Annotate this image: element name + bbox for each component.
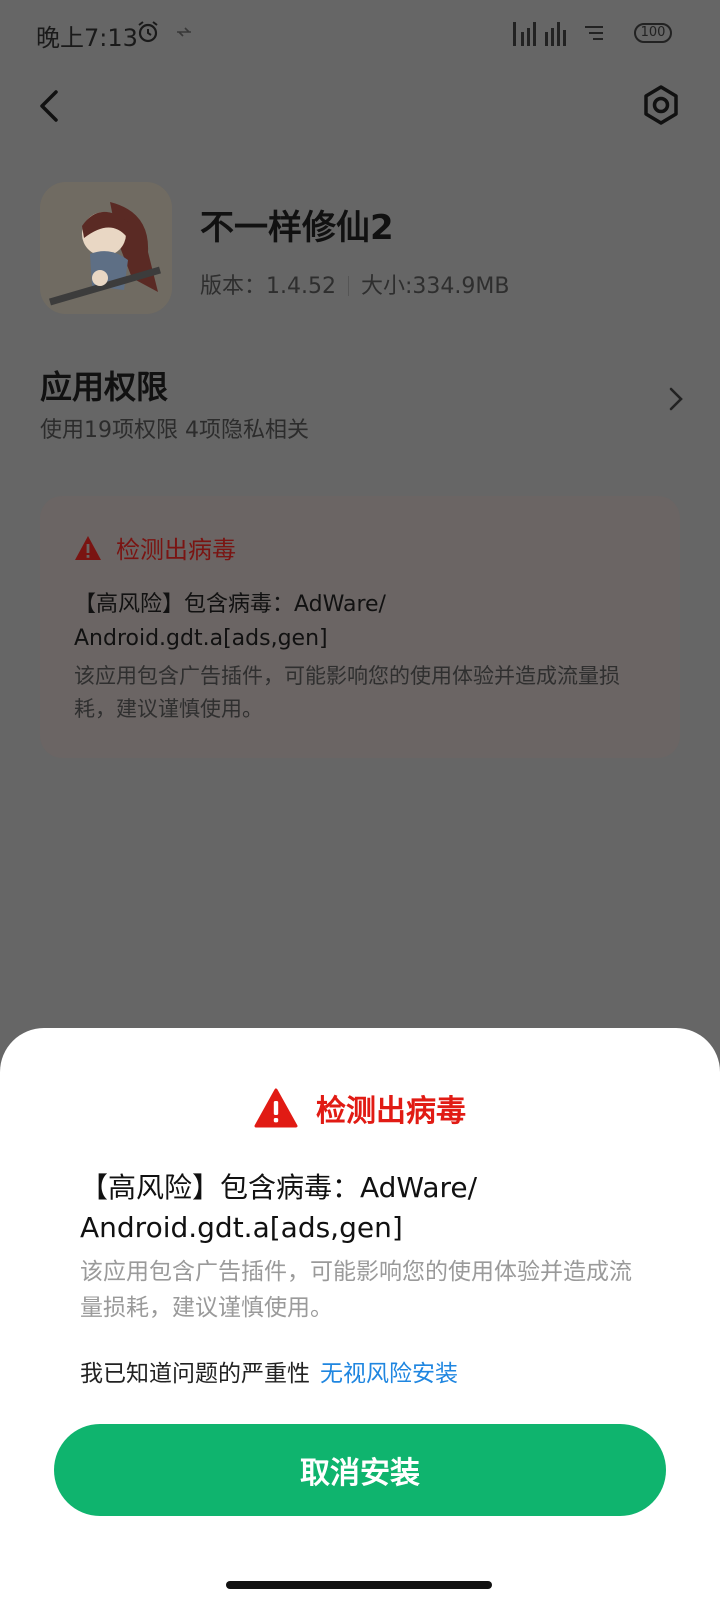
ignore-risk-install-link[interactable]: 无视风险安装 [320, 1361, 458, 1387]
card-title: 检测出病毒 [116, 536, 236, 564]
sync-icon [177, 27, 191, 37]
virus-warning-card: 检测出病毒 【高风险】包含病毒：AdWare/ Android.gdt.a[ad… [40, 496, 680, 758]
card-header: 检测出病毒 [74, 530, 236, 565]
card-description: 该应用包含广告插件，可能影响您的使用体验并造成流量损耗，建议谨慎使用。 [74, 664, 620, 721]
ack-text: 我已知道问题的严重性 [80, 1361, 310, 1387]
alarm-icon [138, 21, 158, 43]
permissions-title: 应用权限 [40, 368, 169, 406]
app-name: 不一样修仙2 [200, 208, 394, 248]
cancel-install-button[interactable]: 取消安装 [54, 1424, 666, 1516]
back-arrow-icon[interactable] [34, 86, 66, 126]
permissions-subtitle: 使用19项权限 4项隐私相关 [40, 418, 309, 443]
meta-divider [347, 276, 349, 296]
navigation-bar [0, 1588, 720, 1600]
warning-icon [254, 1088, 298, 1128]
sheet-header: 检测出病毒 [0, 1086, 720, 1130]
card-risk-text: 【高风险】包含病毒：AdWare/ Android.gdt.a[ads,gen] [74, 592, 386, 651]
app-version: 版本：1.4.52 [200, 274, 336, 299]
battery-icon: 100 [634, 23, 672, 43]
sheet-risk-text: 【高风险】包含病毒：AdWare/ Android.gdt.a[ads,gen] [80, 1171, 478, 1244]
status-bar: 晚上7:13 100 [0, 0, 720, 66]
home-indicator[interactable] [226, 1581, 492, 1589]
app-icon [40, 182, 172, 314]
sheet-title: 检测出病毒 [316, 1094, 466, 1129]
app-meta: 版本：1.4.52 大小:334.9MB [200, 268, 509, 300]
gear-icon[interactable] [640, 84, 682, 126]
warning-icon [75, 535, 101, 560]
virus-alert-sheet: 检测出病毒 【高风险】包含病毒：AdWare/ Android.gdt.a[ad… [0, 1028, 720, 1588]
app-size: 大小:334.9MB [360, 274, 510, 299]
status-time: 晚上7:13 [36, 24, 138, 52]
sheet-description: 该应用包含广告插件，可能影响您的使用体验并造成流量损耗，建议谨慎使用。 [80, 1259, 632, 1321]
chevron-right-icon [669, 387, 683, 411]
ack-line: 我已知道问题的严重性 无视风险安装 [80, 1354, 458, 1388]
